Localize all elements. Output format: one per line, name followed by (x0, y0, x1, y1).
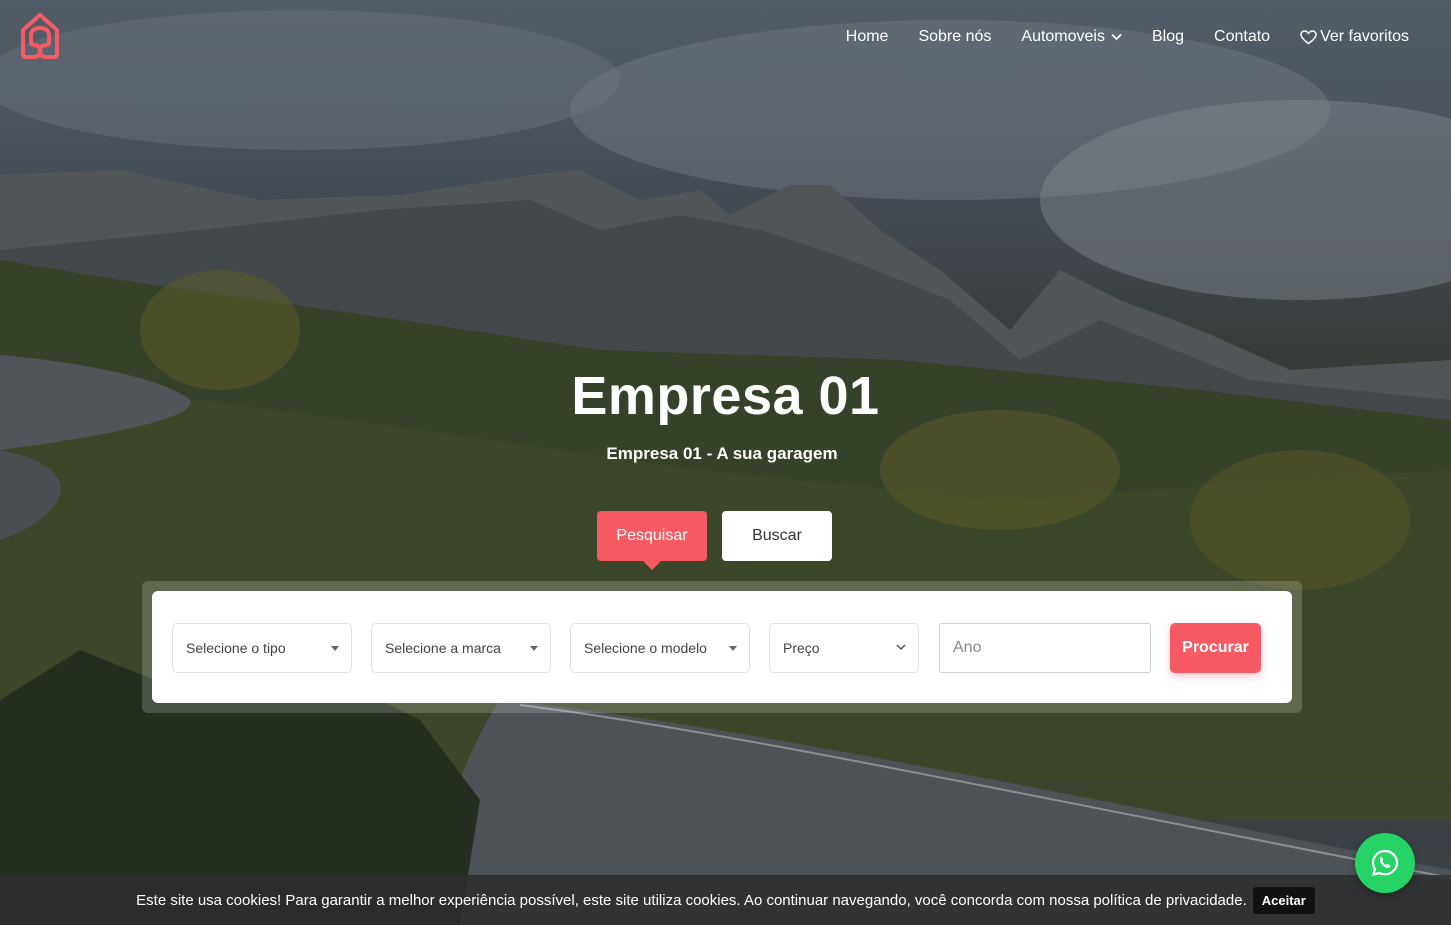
marca-select[interactable]: Selecione a marca (371, 623, 551, 673)
nav-contato[interactable]: Contato (1214, 28, 1270, 46)
tipo-select[interactable]: Selecione o tipo (172, 623, 352, 673)
procurar-button[interactable]: Procurar (1170, 623, 1261, 673)
main-nav: Home Sobre nós Automoveis Blog Contato V… (846, 28, 1409, 46)
tab-pesquisar[interactable]: Pesquisar (597, 511, 707, 570)
nav-blog-label: Blog (1151, 28, 1185, 45)
heart-icon (1300, 29, 1317, 44)
cookie-text: Este site usa cookies! Para garantir a m… (136, 891, 1247, 909)
marca-select-value: Selecione a marca (385, 640, 501, 656)
caret-down-icon (331, 646, 339, 651)
caret-down-icon (729, 646, 737, 651)
nav-favoritos-label: Ver favoritos (1320, 28, 1409, 45)
tipo-select-value: Selecione o tipo (186, 640, 286, 656)
nav-automoveis-label: Automoveis (1021, 28, 1105, 45)
modelo-select[interactable]: Selecione o modelo (570, 623, 750, 673)
tab-buscar[interactable]: Buscar (722, 511, 832, 561)
nav-automoveis[interactable]: Automoveis (1021, 28, 1122, 46)
nav-favoritos[interactable]: Ver favoritos (1300, 28, 1409, 46)
cookie-accept-button[interactable]: Aceitar (1252, 886, 1315, 914)
home-logo-icon[interactable] (18, 12, 62, 60)
nav-sobre[interactable]: Sobre nós (918, 28, 991, 46)
cookie-bar: Este site usa cookies! Para garantir a m… (0, 875, 1451, 925)
nav-contato-label: Contato (1214, 28, 1271, 45)
whatsapp-icon (1371, 849, 1399, 877)
nav-sobre-label: Sobre nós (918, 28, 992, 45)
nav-home[interactable]: Home (846, 28, 889, 46)
ano-input[interactable] (939, 623, 1151, 673)
nav-blog[interactable]: Blog (1152, 28, 1184, 46)
whatsapp-button[interactable] (1355, 833, 1415, 893)
nav-home-label: Home (845, 28, 889, 45)
hero-subtitle: Empresa 01 - A sua garagem (606, 444, 838, 463)
modelo-select-value: Selecione o modelo (584, 640, 707, 656)
hero-title: Empresa 01 (571, 366, 880, 426)
caret-down-icon (530, 646, 538, 651)
preco-select[interactable]: Preço (769, 623, 919, 673)
chevron-down-icon (896, 644, 906, 651)
chevron-down-icon (1111, 33, 1122, 41)
preco-select-value: Preço (783, 640, 820, 656)
